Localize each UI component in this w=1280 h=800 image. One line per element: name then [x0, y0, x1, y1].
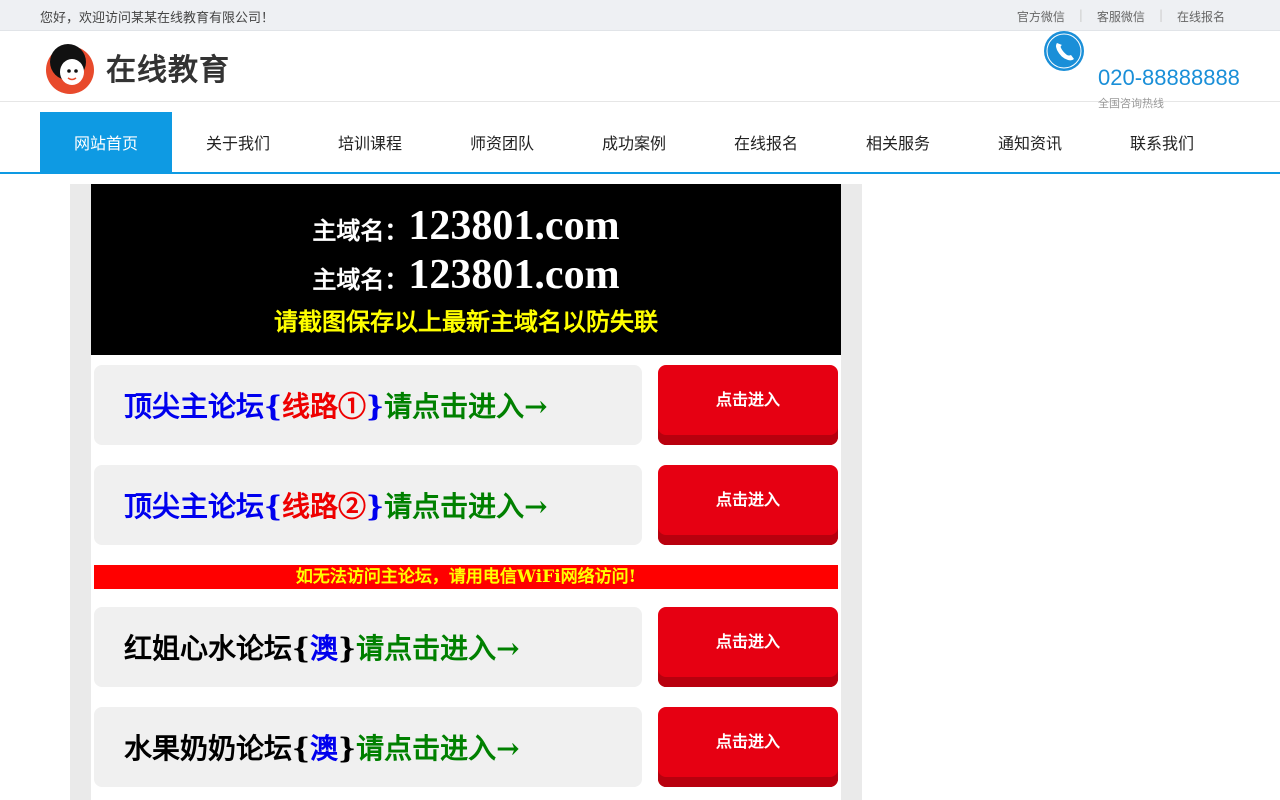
nav-item-news[interactable]: 通知资讯	[964, 112, 1096, 172]
overlay-panel: 主域名：123801.com 主域名：123801.com 请截图保存以上最新主…	[91, 184, 841, 800]
top-bar: 您好，欢迎访问某某在线教育有限公司！ 官方微信 | 客服微信 | 在线报名	[0, 0, 1280, 31]
entry-text: 顶尖主论坛{线路①}请点击进入→	[124, 390, 548, 423]
service-wechat-link[interactable]: 客服微信	[1097, 8, 1145, 25]
nav-item-courses[interactable]: 培训课程	[304, 112, 436, 172]
domain-label: 主域名：	[312, 216, 409, 245]
top-links: 官方微信 | 客服微信 | 在线报名	[1017, 8, 1225, 25]
domain-line-1: 主域名：123801.com	[91, 202, 841, 250]
nav-item-cases[interactable]: 成功案例	[568, 112, 700, 172]
phone-icon	[1044, 31, 1084, 71]
enter-button-1[interactable]: 点击进入	[658, 365, 838, 445]
entry-text: 顶尖主论坛{线路②}请点击进入→	[124, 490, 548, 523]
domain-value: 123801.com	[408, 252, 620, 298]
nav-item-contact[interactable]: 联系我们	[1096, 112, 1228, 172]
site-logo[interactable]: 在线教育	[42, 40, 230, 94]
logo-text: 在线教育	[106, 53, 230, 88]
domain-save-note: 请截图保存以上最新主域名以防失联	[274, 307, 658, 336]
entry-text: 水果奶奶论坛{澳}请点击进入→	[124, 732, 520, 765]
enter-button-4[interactable]: 点击进入	[658, 707, 838, 787]
domain-label: 主域名：	[312, 265, 409, 294]
enter-button-2[interactable]: 点击进入	[658, 465, 838, 545]
nav-item-teachers[interactable]: 师资团队	[436, 112, 568, 172]
nav-item-services[interactable]: 相关服务	[832, 112, 964, 172]
forum-entry-2[interactable]: 顶尖主论坛{线路②}请点击进入→	[94, 465, 642, 545]
wifi-warning: 如无法访问主论坛，请用电信WiFi网络访问!	[94, 565, 838, 589]
divider: |	[1158, 8, 1163, 22]
nav-item-signup[interactable]: 在线报名	[700, 112, 832, 172]
main-nav: 网站首页 关于我们 培训课程 师资团队 成功案例 在线报名 相关服务 通知资讯 …	[0, 102, 1280, 174]
domain-value: 123801.com	[408, 203, 620, 249]
enter-button-3[interactable]: 点击进入	[658, 607, 838, 687]
logo-mark-icon	[46, 44, 94, 94]
nav-item-about[interactable]: 关于我们	[172, 112, 304, 172]
domain-line-2: 主域名：123801.com	[91, 251, 841, 299]
forum-entry-3[interactable]: 红姐心水论坛{澳}请点击进入→	[94, 607, 642, 687]
welcome-text: 您好，欢迎访问某某在线教育有限公司！	[40, 11, 275, 26]
entry-text: 红姐心水论坛{澳}请点击进入→	[124, 632, 520, 665]
domain-notice: 主域名：123801.com 主域名：123801.com 请截图保存以上最新主…	[91, 184, 841, 355]
site-header: 在线教育 020-88888888 全国咨询热线	[0, 31, 1280, 110]
forum-entry-1[interactable]: 顶尖主论坛{线路①}请点击进入→	[94, 365, 642, 445]
official-wechat-link[interactable]: 官方微信	[1017, 8, 1065, 25]
nav-item-home[interactable]: 网站首页	[40, 112, 172, 172]
hotline-number: 020-88888888	[1098, 65, 1240, 90]
divider: |	[1078, 8, 1083, 22]
online-signup-link[interactable]: 在线报名	[1177, 8, 1225, 25]
forum-entry-4[interactable]: 水果奶奶论坛{澳}请点击进入→	[94, 707, 642, 787]
